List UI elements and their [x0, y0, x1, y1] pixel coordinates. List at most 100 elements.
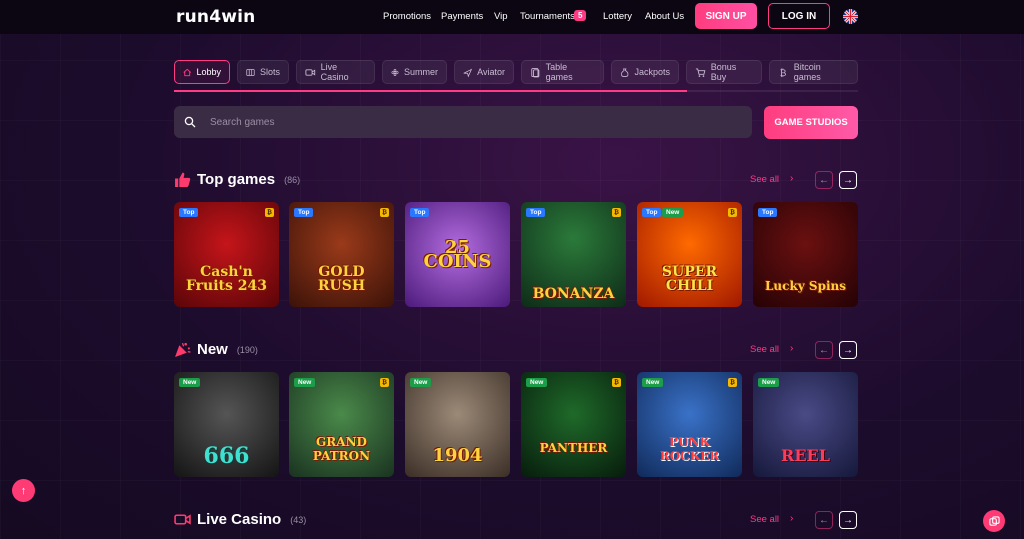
game-title: 1904: [432, 445, 483, 466]
new-tag: New: [294, 378, 316, 387]
uk-flag-icon[interactable]: [843, 9, 858, 24]
category-slots[interactable]: Slots: [237, 60, 289, 84]
bitcoin-badge-icon: ₿: [612, 208, 621, 217]
search-input[interactable]: [208, 115, 712, 129]
nav-lottery[interactable]: Lottery: [603, 11, 632, 22]
game-card[interactable]: Top ₿ BONANZA: [521, 202, 626, 307]
tournaments-count-badge: 5: [574, 10, 587, 21]
category-label: Bonus Buy: [710, 62, 737, 82]
category-scroll-track[interactable]: [174, 90, 858, 92]
game-title: Cash'n Fruits 243: [185, 264, 267, 294]
search-icon: [184, 116, 196, 128]
scroll-to-top-button[interactable]: ↑: [12, 479, 35, 502]
new-prev-button[interactable]: ←: [815, 341, 833, 359]
airplane-icon: [463, 68, 473, 77]
cart-icon: [695, 67, 706, 77]
top-tag: Top: [758, 208, 778, 217]
top-bar: run4win Promotions Payments Vip Tourname…: [0, 0, 1024, 34]
nav-vip[interactable]: Vip: [494, 11, 508, 22]
see-all-new-link[interactable]: See all: [750, 344, 779, 355]
signup-button[interactable]: SIGN UP: [695, 3, 757, 29]
category-aviator[interactable]: Aviator: [454, 60, 514, 84]
see-all-live-casino-link[interactable]: See all: [750, 514, 779, 525]
game-card[interactable]: New ₿ PANTHER: [521, 372, 626, 477]
chat-button[interactable]: [983, 510, 1005, 532]
new-tag: New: [642, 378, 664, 387]
game-title: GRAND PATRON: [312, 435, 371, 463]
section-title-text: Top games: [197, 171, 276, 188]
category-lobby[interactable]: Lobby: [174, 60, 230, 84]
arrow-left-icon: ←: [819, 344, 829, 356]
search-box[interactable]: [174, 106, 752, 138]
slots-icon: [246, 68, 255, 76]
game-title: REEL: [781, 446, 830, 465]
video-camera-icon: [174, 514, 191, 525]
live-casino-prev-button[interactable]: ←: [815, 511, 833, 529]
live-casino-next-button[interactable]: →: [839, 511, 857, 529]
game-studios-button[interactable]: GAME STUDIOS: [764, 106, 858, 139]
game-card[interactable]: New ₿ PUNK ROCKER: [637, 372, 742, 477]
new-tag: New: [179, 378, 201, 387]
login-button[interactable]: LOG IN: [768, 3, 830, 29]
top-tag: Top: [642, 208, 662, 217]
nav-promotions[interactable]: Promotions: [383, 11, 431, 22]
bitcoin-badge-icon: ₿: [380, 378, 389, 387]
nav-payments[interactable]: Payments: [441, 11, 483, 22]
see-all-top-games-link[interactable]: See all: [750, 174, 779, 185]
category-summer[interactable]: Summer: [382, 60, 447, 84]
bitcoin-badge-icon: ₿: [380, 208, 389, 217]
game-card[interactable]: New 1904: [405, 372, 510, 477]
game-card[interactable]: Top ₿ GOLD RUSH: [289, 202, 394, 307]
game-title: PANTHER: [539, 441, 608, 455]
game-title: PUNK ROCKER: [659, 435, 720, 463]
game-title: 25 COINS: [423, 237, 492, 272]
home-icon: [183, 68, 192, 76]
svg-text:₿: ₿: [780, 68, 787, 78]
bitcoin-badge-icon: ₿: [612, 378, 621, 387]
chat-icon: [988, 515, 1000, 526]
category-label: Slots: [259, 67, 280, 77]
category-label: Lobby: [196, 67, 221, 77]
section-count: (190): [236, 344, 258, 355]
game-title: SUPER CHILI: [661, 264, 718, 294]
arrow-right-icon: →: [843, 514, 853, 526]
category-label: Bitcoin games: [793, 62, 821, 82]
nav-tournaments[interactable]: Tournaments: [520, 11, 575, 22]
category-label: Jackpots: [634, 67, 670, 77]
site-logo[interactable]: run4win: [176, 7, 255, 27]
game-card[interactable]: Top 25 COINS: [405, 202, 510, 307]
category-label: Table games: [545, 62, 573, 82]
new-next-button[interactable]: →: [839, 341, 857, 359]
category-live-casino[interactable]: Live Casino: [296, 60, 375, 84]
category-bitcoin-games[interactable]: ₿ Bitcoin games: [769, 60, 858, 84]
new-tag: New: [758, 378, 780, 387]
section-count: (86): [284, 174, 301, 185]
category-label: Live Casino: [320, 62, 349, 82]
top-tag: Top: [410, 208, 430, 217]
section-title-top-games: Top games (86): [174, 171, 300, 188]
party-popper-icon: [175, 342, 191, 357]
section-title-live-casino: Live Casino (43): [174, 511, 306, 528]
nav-about-us[interactable]: About Us: [645, 11, 684, 22]
section-title-text: Live Casino: [197, 511, 282, 528]
category-jackpots[interactable]: Jackpots: [611, 60, 679, 84]
category-bonus-buy[interactable]: Bonus Buy: [686, 60, 762, 84]
game-card[interactable]: Top Lucky Spins: [753, 202, 858, 307]
top-tag: Top: [294, 208, 314, 217]
top-games-prev-button[interactable]: ←: [815, 171, 833, 189]
game-card[interactable]: Top New ₿ SUPER CHILI: [637, 202, 742, 307]
new-tag: New: [526, 378, 548, 387]
game-card[interactable]: New ₿ GRAND PATRON: [289, 372, 394, 477]
game-card[interactable]: New 666: [174, 372, 279, 477]
top-tag: Top: [179, 208, 199, 217]
top-games-next-button[interactable]: →: [839, 171, 857, 189]
new-tag: New: [662, 208, 684, 217]
bitcoin-icon: ₿: [780, 68, 787, 78]
bitcoin-badge-icon: ₿: [728, 208, 737, 217]
game-card[interactable]: Top ₿ Cash'n Fruits 243: [174, 202, 279, 307]
game-card[interactable]: New REEL: [753, 372, 858, 477]
chevron-right-icon: ›: [790, 513, 794, 524]
bitcoin-badge-icon: ₿: [265, 208, 274, 217]
category-table-games[interactable]: Table games: [521, 60, 604, 84]
section-title-text: New: [197, 341, 228, 358]
